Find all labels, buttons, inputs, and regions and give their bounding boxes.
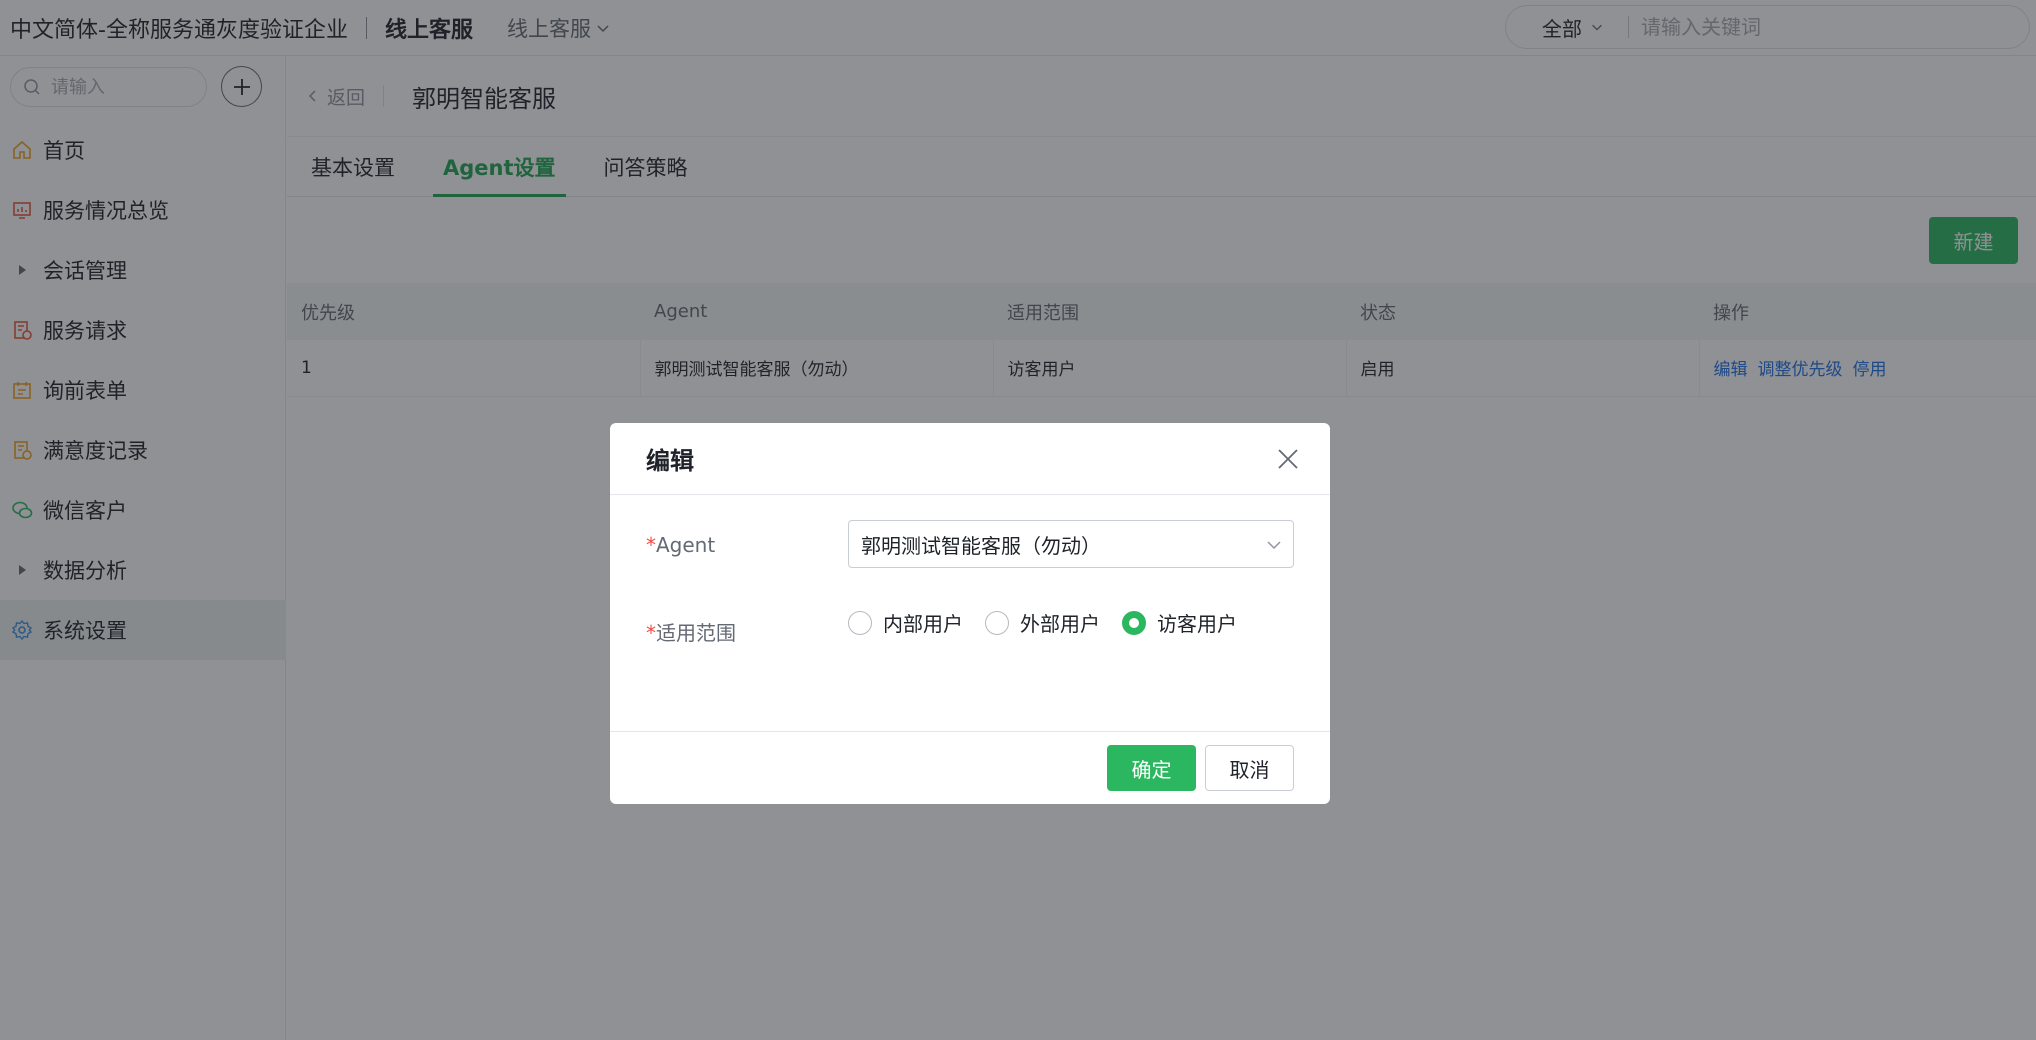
radio-circle bbox=[1122, 610, 1146, 635]
cancel-button[interactable]: 取消 bbox=[1205, 745, 1294, 791]
dialog-title: 编辑 bbox=[646, 447, 694, 475]
close-button[interactable] bbox=[1274, 445, 1302, 473]
dialog-header: 编辑 bbox=[610, 423, 1330, 495]
agent-form-row: *Agent bbox=[646, 533, 849, 557]
required-mark: * bbox=[646, 533, 656, 557]
edit-dialog: 编辑 *Agent 郭明测试智能客服（勿动） *适用范围 内部用户 外部用户 访… bbox=[610, 423, 1330, 804]
scope-label: *适用范围 bbox=[646, 617, 849, 646]
radio-circle bbox=[848, 610, 872, 635]
scope-label-text: 适用范围 bbox=[656, 621, 736, 645]
radio-external-user[interactable]: 外部用户 bbox=[985, 608, 1100, 637]
radio-label: 内部用户 bbox=[883, 612, 963, 636]
confirm-button[interactable]: 确定 bbox=[1107, 745, 1196, 791]
radio-visitor-user[interactable]: 访客用户 bbox=[1122, 608, 1237, 637]
scope-form-row: *适用范围 bbox=[646, 617, 849, 646]
close-icon bbox=[1278, 449, 1298, 469]
agent-label-text: Agent bbox=[656, 533, 716, 557]
radio-internal-user[interactable]: 内部用户 bbox=[848, 608, 963, 637]
scope-radio-group: 内部用户 外部用户 访客用户 bbox=[848, 608, 1259, 637]
chevron-down-icon bbox=[1267, 541, 1281, 550]
agent-label: *Agent bbox=[646, 533, 849, 557]
required-mark: * bbox=[646, 621, 656, 645]
radio-label: 访客用户 bbox=[1157, 612, 1237, 636]
radio-label: 外部用户 bbox=[1020, 612, 1100, 636]
dialog-footer: 确定 取消 bbox=[610, 731, 1330, 804]
agent-select-value: 郭明测试智能客服（勿动） bbox=[861, 533, 1101, 558]
radio-circle bbox=[985, 610, 1009, 635]
agent-select[interactable]: 郭明测试智能客服（勿动） bbox=[848, 520, 1294, 568]
